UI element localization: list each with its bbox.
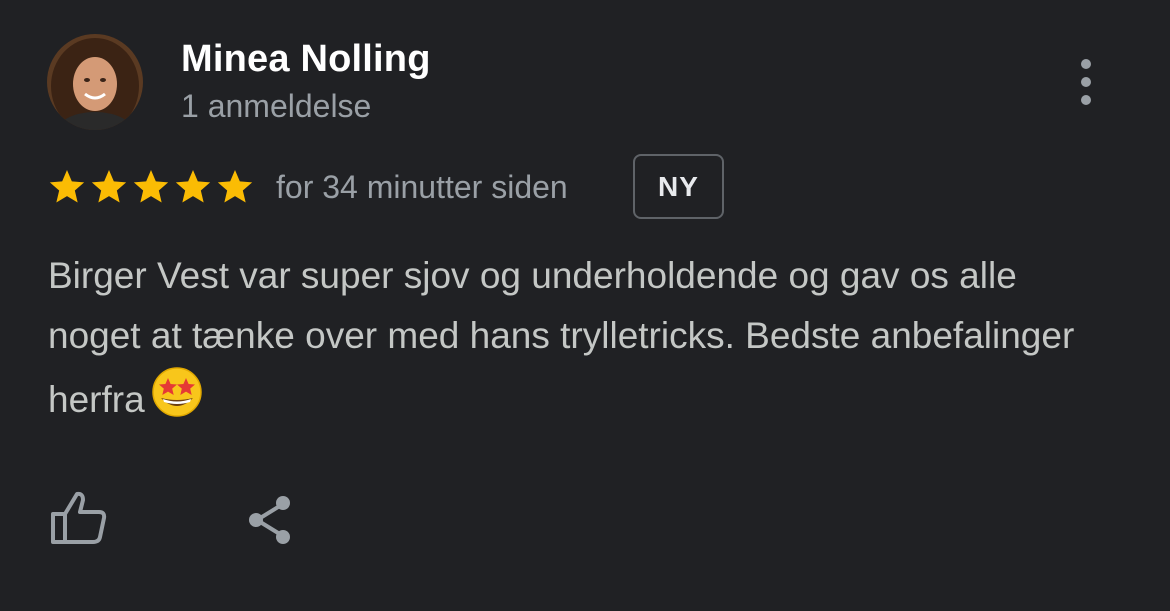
star-icon (175, 170, 211, 203)
like-button[interactable] (48, 490, 110, 546)
star-icon (91, 170, 127, 203)
share-button[interactable] (243, 492, 299, 548)
more-options-button[interactable] (1066, 50, 1106, 114)
more-vert-icon (1081, 59, 1091, 69)
star-icon (217, 170, 253, 203)
review-body: Birger Vest var super sjov og underholde… (48, 246, 1108, 436)
star-icon (133, 170, 169, 203)
star-struck-emoji (151, 366, 203, 436)
reviewer-review-count: 1 anmeldelse (181, 88, 372, 124)
thumbs-up-icon (51, 491, 107, 544)
new-badge: NY (633, 154, 724, 219)
review-card: Minea Nolling 1 anmeldelse for 34 minutt… (0, 0, 1170, 611)
rating-row: for 34 minutter siden NY (47, 154, 747, 219)
star-icon (49, 170, 85, 203)
review-timestamp: for 34 minutter siden (276, 169, 568, 205)
share-icon (249, 496, 290, 544)
reviewer-name[interactable]: Minea Nolling (181, 38, 431, 81)
reviewer-avatar[interactable] (47, 34, 143, 130)
star-rating (47, 167, 255, 207)
